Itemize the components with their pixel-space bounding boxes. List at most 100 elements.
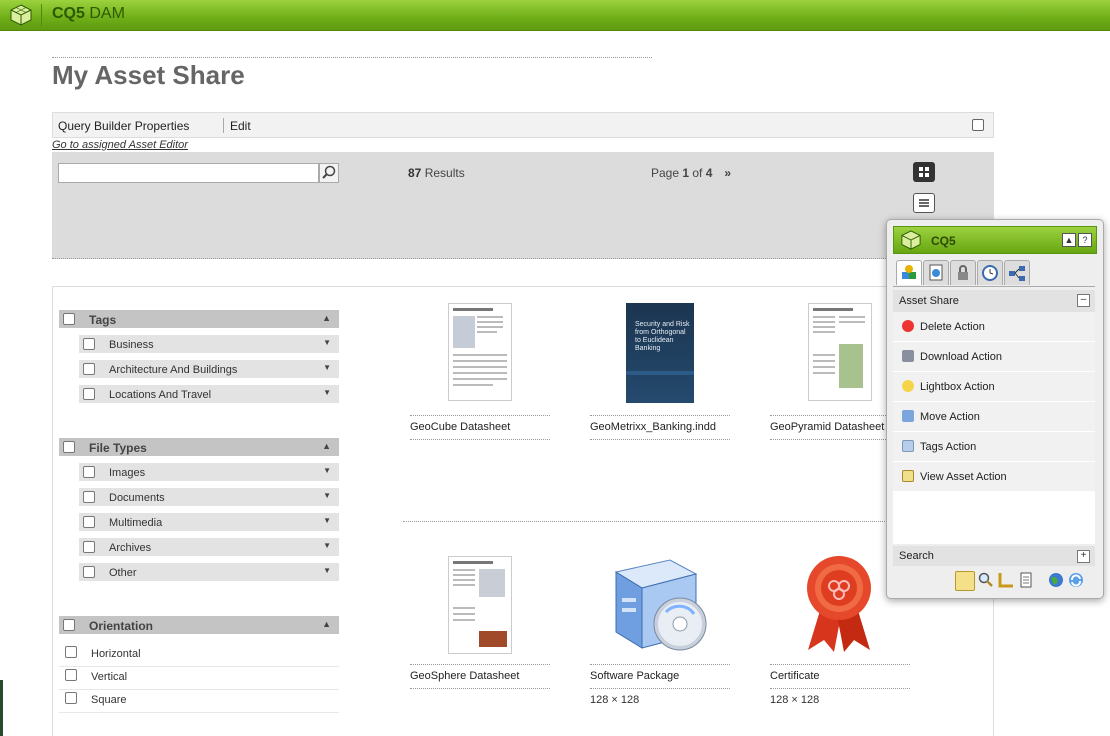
app-brand[interactable]: CQ5 DAM bbox=[52, 5, 125, 23]
asset-thumbnail[interactable] bbox=[410, 552, 550, 654]
tab-permissions[interactable] bbox=[950, 260, 976, 285]
next-page-link[interactable]: » bbox=[724, 166, 731, 180]
facet-tags-checkbox[interactable] bbox=[63, 313, 75, 325]
edit-button[interactable]: Edit bbox=[230, 119, 251, 133]
facet-item-checkbox[interactable] bbox=[65, 669, 77, 681]
cq5-cube-logo-icon[interactable] bbox=[10, 4, 32, 26]
software-package-icon bbox=[614, 559, 707, 651]
facet-item-multimedia[interactable]: Multimedia ▼ bbox=[79, 513, 339, 531]
expand-arrow-icon[interactable]: ▼ bbox=[323, 541, 331, 550]
asset-thumbnail[interactable] bbox=[590, 552, 730, 652]
help-button[interactable]: ? bbox=[1078, 233, 1092, 247]
tab-versioning[interactable] bbox=[977, 260, 1003, 285]
search-button[interactable] bbox=[319, 163, 339, 183]
properties-page-icon[interactable] bbox=[1017, 571, 1035, 589]
card-divider bbox=[410, 688, 550, 689]
asset-name[interactable]: GeoMetrixx_Banking.indd bbox=[590, 421, 716, 433]
collapse-sidekick-button[interactable]: ▲ bbox=[1062, 233, 1076, 247]
collapse-arrow-icon[interactable]: ▲ bbox=[322, 619, 331, 629]
preview-magnifier-icon[interactable] bbox=[977, 571, 995, 589]
sidekick-header[interactable]: CQ5 ▲ ? bbox=[893, 226, 1097, 254]
design-ruler-icon[interactable] bbox=[997, 571, 1015, 589]
page-title: My Asset Share bbox=[52, 60, 245, 90]
facet-item-horizontal[interactable]: Horizontal bbox=[59, 644, 339, 667]
asset-name[interactable]: GeoCube Datasheet bbox=[410, 421, 510, 433]
facet-item-architecture[interactable]: Architecture And Buildings ▼ bbox=[79, 360, 339, 378]
tab-components[interactable] bbox=[896, 260, 922, 285]
expand-arrow-icon[interactable]: ▼ bbox=[323, 516, 331, 525]
facet-item-business[interactable]: Business ▼ bbox=[79, 335, 339, 353]
collapse-arrow-icon[interactable]: ▲ bbox=[322, 441, 331, 451]
facet-item-images[interactable]: Images ▼ bbox=[79, 463, 339, 481]
certificate-ribbon-icon bbox=[807, 556, 871, 652]
query-builder-bar: Query Builder Properties Edit bbox=[52, 112, 994, 138]
facet-item-checkbox[interactable] bbox=[83, 541, 95, 553]
facet-item-square[interactable]: Square bbox=[59, 690, 339, 713]
delete-action[interactable]: Delete Action bbox=[893, 312, 1095, 342]
edit-mode-pencil-icon[interactable] bbox=[955, 571, 975, 591]
grid-view-button[interactable] bbox=[913, 162, 935, 182]
expand-arrow-icon[interactable]: ▼ bbox=[323, 466, 331, 475]
facet-file-types-checkbox[interactable] bbox=[63, 441, 75, 453]
datasheet-thumbnail bbox=[808, 303, 872, 401]
asset-share-section-header[interactable]: Asset Share – bbox=[893, 290, 1095, 313]
refresh-icon[interactable] bbox=[1067, 571, 1085, 589]
results-count: 87 Results bbox=[408, 166, 465, 180]
facet-item-checkbox[interactable] bbox=[83, 566, 95, 578]
query-bar-checkbox[interactable] bbox=[972, 119, 984, 131]
facet-item-documents[interactable]: Documents ▼ bbox=[79, 488, 339, 506]
asset-name[interactable]: Certificate bbox=[770, 670, 820, 682]
facet-item-checkbox[interactable] bbox=[83, 363, 95, 375]
expand-arrow-icon[interactable]: ▼ bbox=[323, 566, 331, 575]
facet-item-checkbox[interactable] bbox=[65, 692, 77, 704]
expand-arrow-icon[interactable]: ▼ bbox=[323, 491, 331, 500]
expand-search-button[interactable]: + bbox=[1077, 550, 1090, 563]
sidekick-search-section[interactable]: Search + bbox=[893, 546, 1095, 566]
facet-tags-header[interactable]: Tags ▲ bbox=[59, 310, 339, 328]
tags-action[interactable]: Tags Action bbox=[893, 432, 1095, 462]
asset-name[interactable]: GeoPyramid Datasheet bbox=[770, 421, 884, 433]
list-view-button[interactable] bbox=[913, 193, 935, 213]
website-globe-icon[interactable] bbox=[1047, 571, 1065, 589]
facet-item-checkbox[interactable] bbox=[83, 388, 95, 400]
facet-item-checkbox[interactable] bbox=[83, 491, 95, 503]
pagination: Page 1 of 4» bbox=[651, 166, 732, 180]
lightbox-action[interactable]: Lightbox Action bbox=[893, 372, 1095, 402]
facet-item-checkbox[interactable] bbox=[65, 646, 77, 658]
book-cover-thumbnail: Security and Risk from Orthogonal to Euc… bbox=[626, 303, 694, 403]
tab-page[interactable] bbox=[923, 260, 949, 285]
facet-orientation-header[interactable]: Orientation ▲ bbox=[59, 616, 339, 634]
expand-arrow-icon[interactable]: ▼ bbox=[323, 338, 331, 347]
sidekick-toolbar bbox=[893, 568, 1095, 592]
asset-thumbnail[interactable]: Security and Risk from Orthogonal to Euc… bbox=[590, 303, 730, 403]
asset-thumbnail[interactable] bbox=[410, 303, 550, 403]
facet-item-vertical[interactable]: Vertical bbox=[59, 667, 339, 690]
expand-arrow-icon[interactable]: ▼ bbox=[323, 388, 331, 397]
facet-item-checkbox[interactable] bbox=[83, 466, 95, 478]
sidekick-panel[interactable]: CQ5 ▲ ? Asset Share – Delete Action Down… bbox=[886, 219, 1104, 599]
facet-item-archives[interactable]: Archives ▼ bbox=[79, 538, 339, 556]
facet-item-checkbox[interactable] bbox=[83, 516, 95, 528]
search-input[interactable] bbox=[58, 163, 319, 183]
collapse-section-button[interactable]: – bbox=[1077, 294, 1090, 307]
asset-name[interactable]: Software Package bbox=[590, 670, 679, 682]
collapse-arrow-icon[interactable]: ▲ bbox=[322, 313, 331, 323]
asset-editor-link[interactable]: Go to assigned Asset Editor bbox=[52, 139, 188, 151]
page-icon bbox=[929, 264, 943, 281]
facet-item-locations[interactable]: Locations And Travel ▼ bbox=[79, 385, 339, 403]
expand-arrow-icon[interactable]: ▼ bbox=[323, 363, 331, 372]
facet-orientation-checkbox[interactable] bbox=[63, 619, 75, 631]
download-action[interactable]: Download Action bbox=[893, 342, 1095, 372]
query-builder-properties[interactable]: Query Builder Properties bbox=[58, 119, 189, 133]
move-action[interactable]: Move Action bbox=[893, 402, 1095, 432]
facet-file-types-header[interactable]: File Types ▲ bbox=[59, 438, 339, 456]
card-divider bbox=[590, 439, 730, 440]
download-icon bbox=[902, 350, 914, 362]
facet-item-checkbox[interactable] bbox=[83, 338, 95, 350]
tab-workflow[interactable] bbox=[1004, 260, 1030, 285]
asset-name[interactable]: GeoSphere Datasheet bbox=[410, 670, 519, 682]
card-divider bbox=[770, 664, 910, 665]
view-asset-action[interactable]: View Asset Action bbox=[893, 462, 1095, 492]
facet-item-other[interactable]: Other ▼ bbox=[79, 563, 339, 581]
datasheet-thumbnail bbox=[448, 556, 512, 654]
